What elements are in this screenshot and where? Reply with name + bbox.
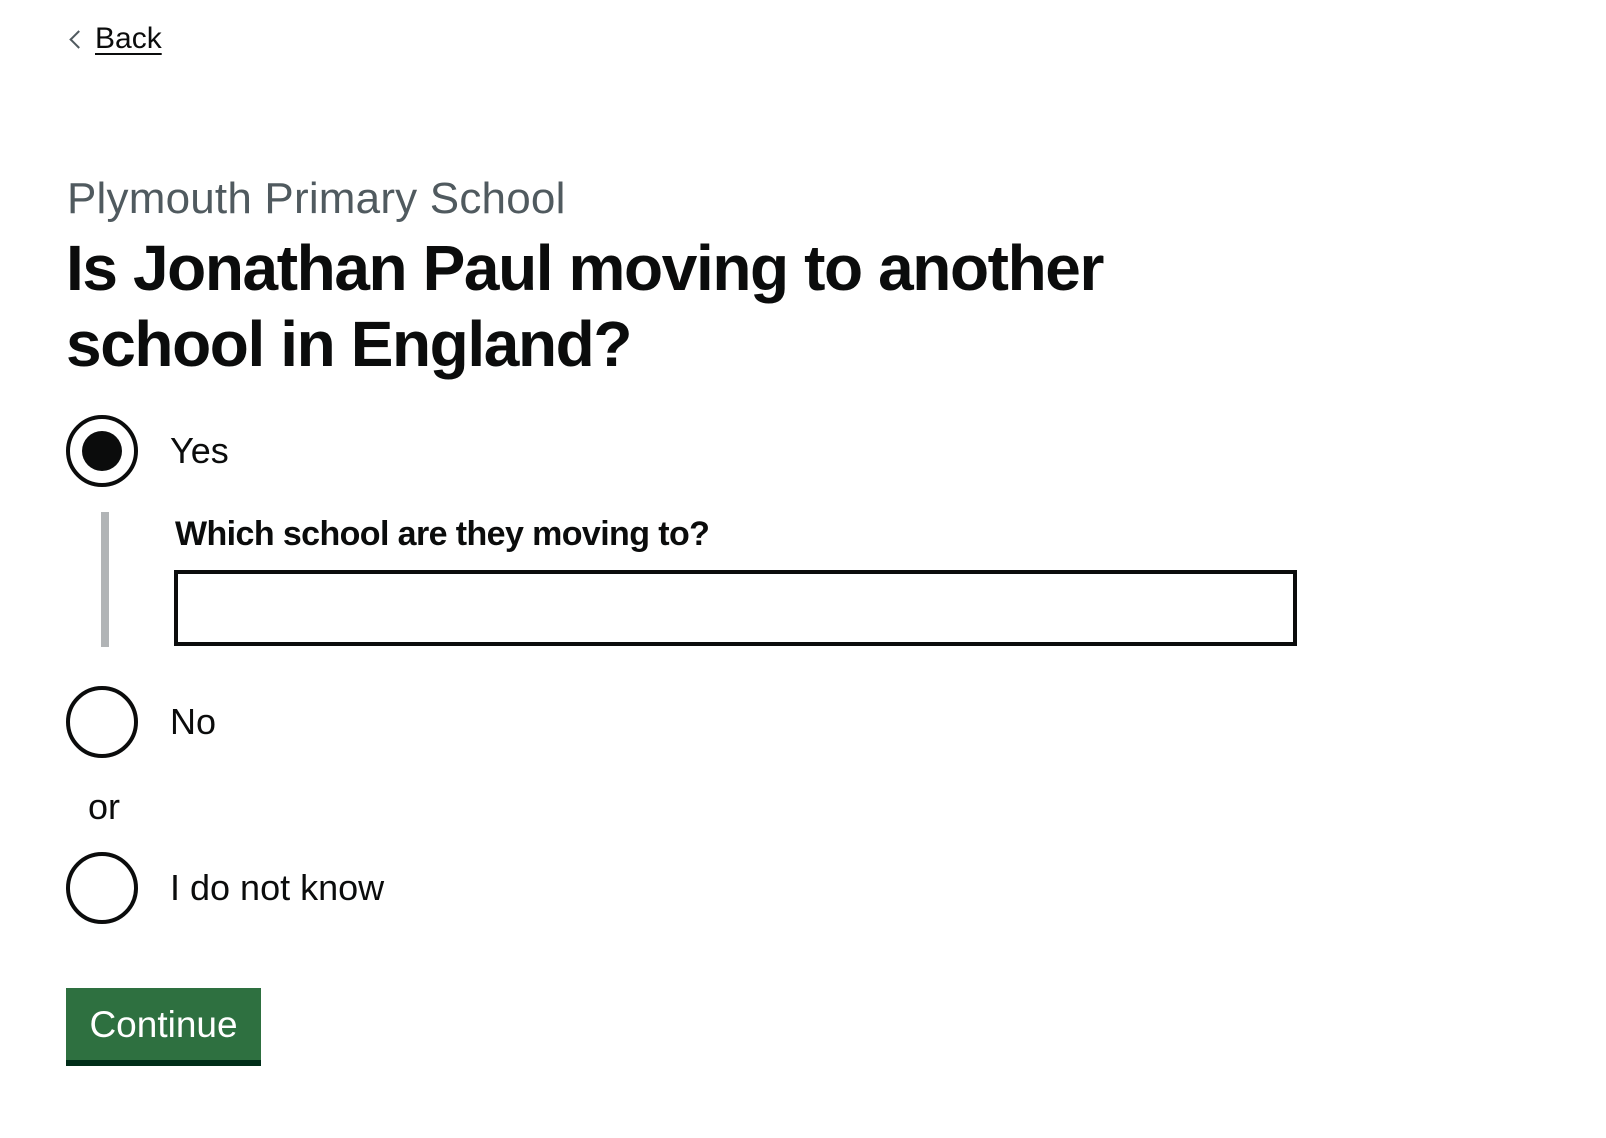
radio-option-yes[interactable]: Yes	[66, 415, 229, 487]
radio-selected-dot	[82, 431, 122, 471]
school-input[interactable]	[174, 570, 1297, 646]
page-caption: Plymouth Primary School	[67, 174, 566, 223]
conditional-reveal-border	[101, 512, 109, 647]
page-title: Is Jonathan Paul moving to another schoo…	[66, 232, 1104, 380]
radio-button-do-not-know[interactable]	[66, 852, 138, 924]
chevron-left-icon	[69, 30, 88, 49]
radio-divider: or	[88, 786, 121, 827]
radio-label-no: No	[170, 701, 217, 742]
radio-option-do-not-know[interactable]: I do not know	[66, 852, 384, 924]
radio-label-do-not-know: I do not know	[170, 867, 385, 908]
radio-button-yes[interactable]	[66, 415, 138, 487]
back-link[interactable]: Back	[66, 24, 162, 54]
radio-button-no[interactable]	[66, 686, 138, 758]
back-link-label: Back	[95, 22, 162, 55]
radio-label-yes: Yes	[170, 430, 229, 471]
school-input-label: Which school are they moving to?	[175, 515, 710, 553]
radio-option-no[interactable]: No	[66, 686, 216, 758]
continue-button[interactable]: Continue	[66, 988, 261, 1060]
